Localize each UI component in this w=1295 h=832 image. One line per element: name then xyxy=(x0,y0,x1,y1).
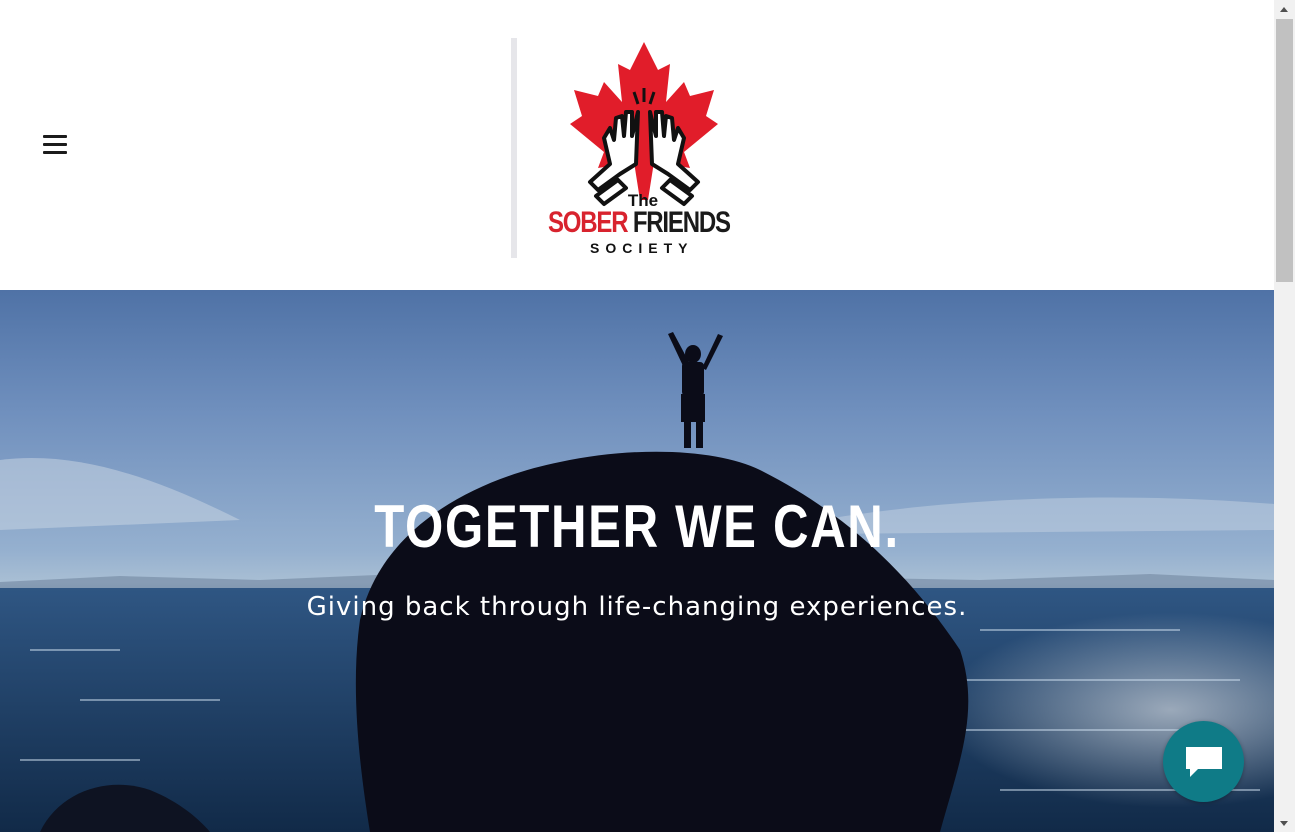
hero-background-image xyxy=(0,332,1274,832)
arrow-down-icon[interactable] xyxy=(1274,815,1295,832)
arrow-up-icon[interactable] xyxy=(1274,0,1295,17)
hamburger-menu-button[interactable] xyxy=(38,130,72,160)
site-header: The SOBER FRIENDS SOCIETY xyxy=(0,0,1274,290)
hamburger-menu-icon xyxy=(43,135,67,138)
site-logo[interactable]: The SOBER FRIENDS SOCIETY xyxy=(508,36,744,260)
logo-text-main: SOBER FRIENDS xyxy=(548,206,731,240)
hero-section: TOGETHER WE CAN. Giving back through lif… xyxy=(0,290,1274,832)
chat-bubble-icon xyxy=(1186,747,1222,777)
hero-subtitle: Giving back through life-changing experi… xyxy=(306,592,968,622)
maple-leaf-high-five-icon xyxy=(570,42,718,206)
chat-button[interactable] xyxy=(1163,721,1244,802)
vertical-scrollbar[interactable] xyxy=(1274,0,1295,832)
logo-text-sober: SOBER xyxy=(548,206,629,239)
hero-title: TOGETHER WE CAN. xyxy=(374,493,900,560)
hamburger-menu-icon-bar xyxy=(43,143,67,146)
page: The SOBER FRIENDS SOCIETY TOGETHER WE CA… xyxy=(0,0,1295,832)
logo-text-friends: FRIENDS xyxy=(632,206,731,239)
logo-text-society: SOCIETY xyxy=(590,240,694,256)
logo-divider xyxy=(511,38,517,258)
hamburger-menu-icon-bar xyxy=(43,151,67,154)
scrollbar-thumb[interactable] xyxy=(1276,19,1293,282)
